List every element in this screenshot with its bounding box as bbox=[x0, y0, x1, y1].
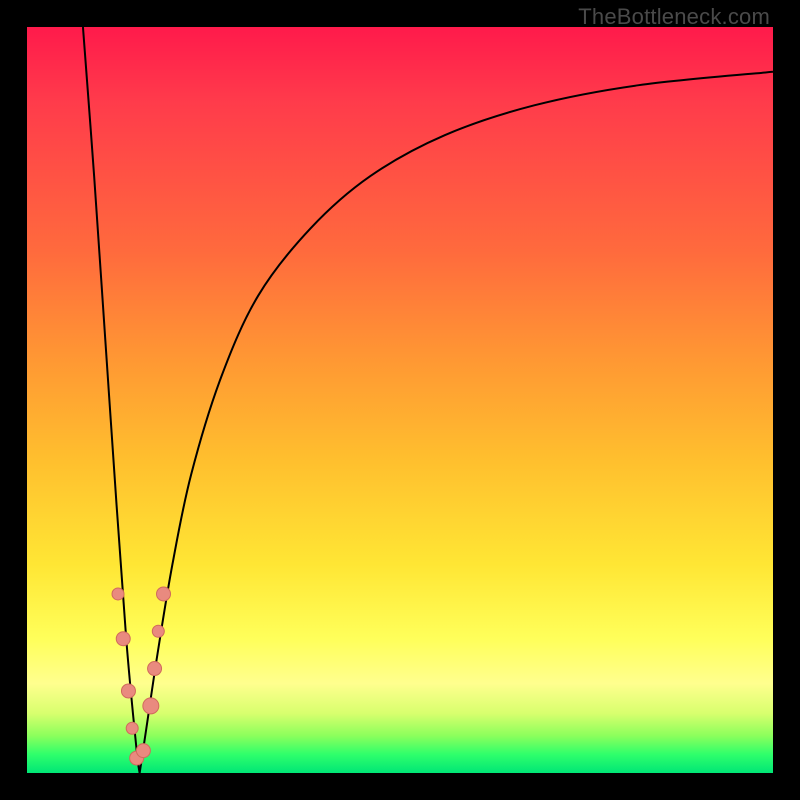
scatter-dot bbox=[148, 662, 162, 676]
curve-svg bbox=[27, 27, 773, 773]
scatter-dot bbox=[152, 625, 164, 637]
curve-left-branch bbox=[83, 27, 140, 773]
curve-right-branch bbox=[140, 72, 773, 773]
scatter-dot bbox=[136, 744, 150, 758]
scatter-dot bbox=[116, 632, 130, 646]
scatter-dot bbox=[126, 722, 138, 734]
scatter-dot bbox=[121, 684, 135, 698]
scatter-points bbox=[112, 587, 171, 765]
chart-frame: TheBottleneck.com bbox=[0, 0, 800, 800]
plot-area bbox=[27, 27, 773, 773]
scatter-dot bbox=[112, 588, 124, 600]
scatter-dot bbox=[157, 587, 171, 601]
scatter-dot bbox=[143, 698, 159, 714]
